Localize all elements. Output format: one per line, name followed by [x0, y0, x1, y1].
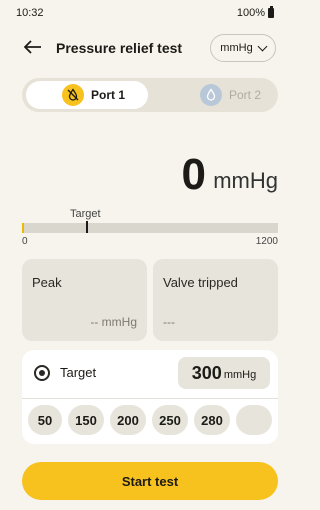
preset-chip[interactable]: 250 — [152, 405, 188, 435]
preset-chip[interactable]: 280 — [194, 405, 230, 435]
valve-tripped-value: --- — [163, 315, 175, 329]
app-header: Pressure relief test mmHg — [0, 32, 288, 68]
tab-port-1[interactable]: Port 1 — [26, 81, 148, 109]
target-value-field[interactable]: 300 mmHg — [178, 357, 270, 389]
status-bar: 10:32 100% — [0, 0, 288, 22]
gauge-target-marker — [86, 221, 88, 233]
tab-port-2[interactable]: Port 2 — [152, 81, 274, 109]
pressure-reading: 0 mmHg — [0, 150, 288, 200]
peak-card: Peak -- mmHg — [22, 259, 147, 341]
unit-selector-label: mmHg — [220, 42, 253, 54]
battery-percentage: 100% — [236, 7, 265, 19]
pressure-gauge-bar — [22, 221, 278, 233]
target-presets: 50 150 200 250 280 — [28, 405, 278, 439]
start-test-button[interactable]: Start test — [22, 462, 278, 500]
preset-chip[interactable] — [236, 405, 272, 435]
gauge-max-label: 1200 — [255, 236, 278, 247]
target-unit: mmHg — [223, 369, 257, 381]
target-label: Target — [60, 365, 97, 380]
gauge-current-marker — [22, 223, 24, 233]
target-panel: Target 300 mmHg 50 150 200 250 280 — [22, 350, 278, 444]
pressure-value: 0 — [181, 150, 206, 199]
target-value: 300 — [191, 362, 222, 383]
preset-chip[interactable]: 50 — [28, 405, 62, 435]
preset-chip[interactable]: 150 — [68, 405, 104, 435]
unit-selector[interactable]: mmHg — [210, 34, 276, 62]
status-time: 10:32 — [16, 7, 44, 19]
peak-value: -- mmHg — [90, 315, 137, 329]
target-icon — [34, 365, 50, 381]
port-1-label: Port 1 — [91, 88, 126, 102]
port-switcher: Port 1 Port 2 — [22, 78, 278, 112]
droplet-icon — [200, 84, 222, 106]
battery-icon — [268, 6, 274, 18]
preset-chip[interactable]: 200 — [110, 405, 146, 435]
gauge-min-label: 0 — [22, 236, 28, 247]
page-title: Pressure relief test — [56, 40, 183, 56]
gauge-target-label: Target — [70, 208, 101, 220]
pressure-unit: mmHg — [213, 168, 278, 193]
valve-tripped-card: Valve tripped --- — [153, 259, 278, 341]
chevron-down-icon — [257, 41, 268, 51]
valve-tripped-title: Valve tripped — [163, 275, 238, 290]
target-row: Target 300 mmHg — [22, 350, 278, 399]
port-2-label: Port 2 — [229, 88, 262, 102]
back-arrow-icon[interactable] — [22, 36, 44, 58]
droplet-off-icon — [62, 84, 84, 106]
status-battery: 100% — [236, 6, 274, 19]
peak-title: Peak — [32, 275, 62, 290]
